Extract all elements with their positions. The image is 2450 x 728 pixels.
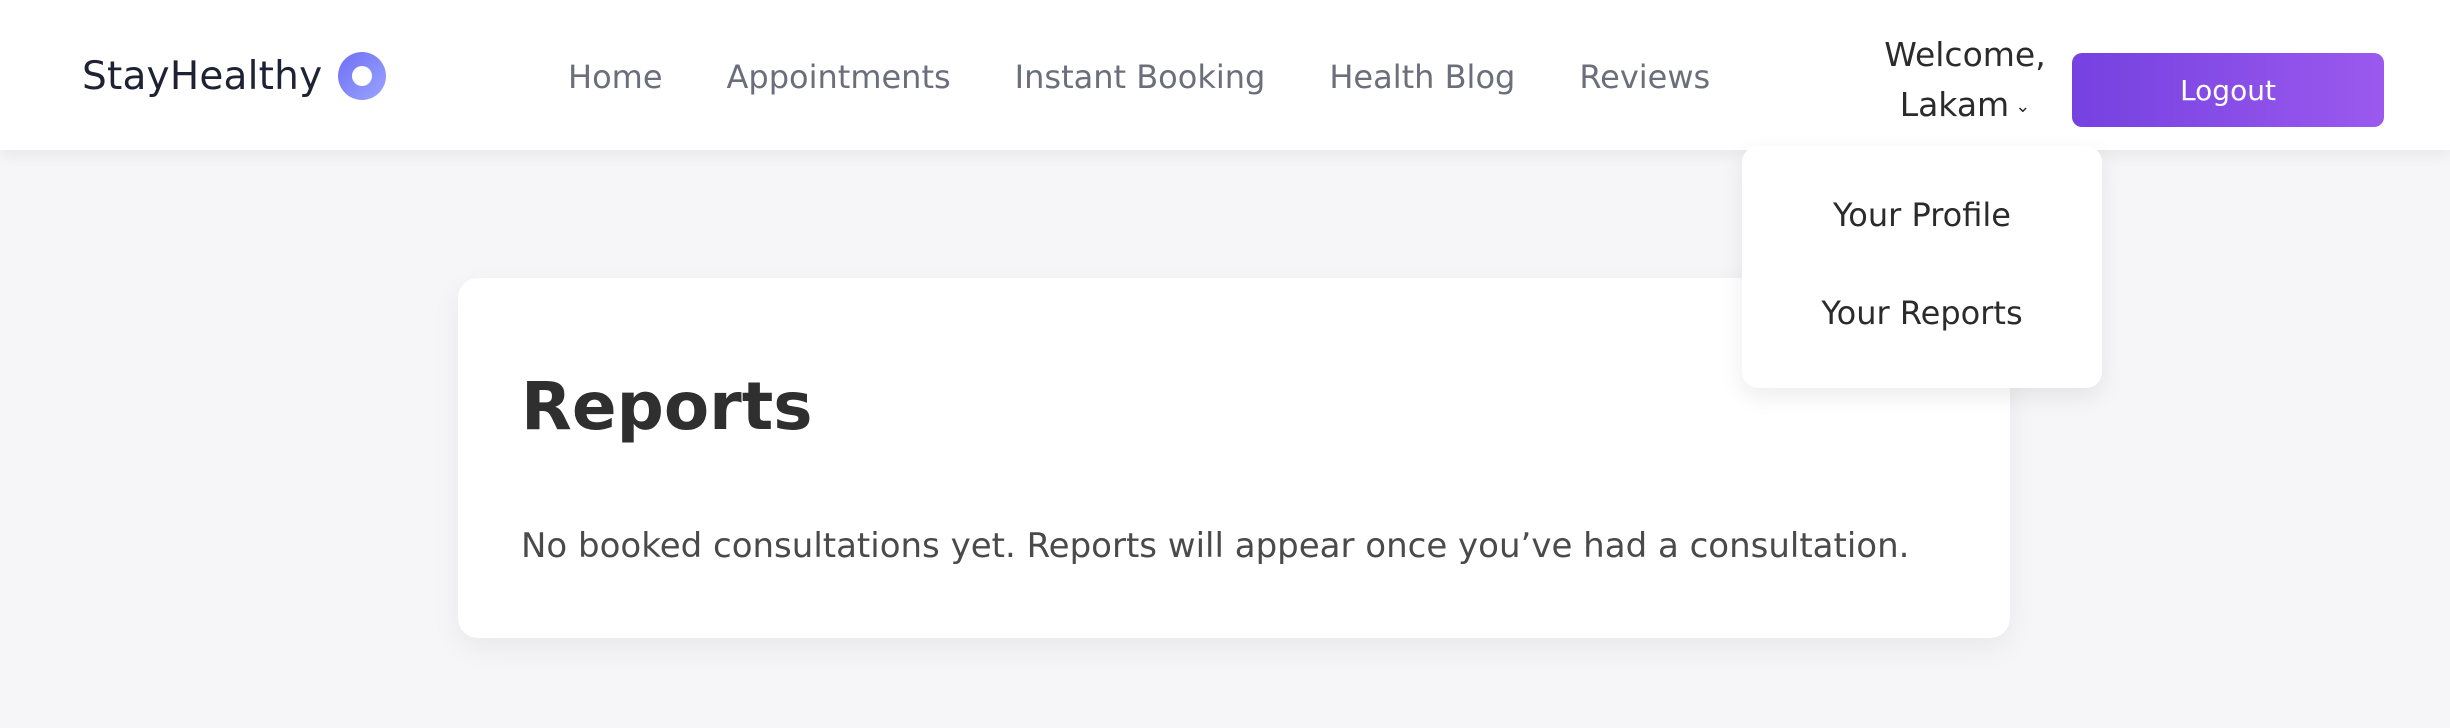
nav-link-instant-booking[interactable]: Instant Booking (1015, 58, 1266, 96)
nav-link-appointments[interactable]: Appointments (727, 58, 951, 96)
welcome-user-line: Lakam ⌄ (1880, 80, 2050, 132)
menu-item-your-reports[interactable]: Your Reports (1742, 294, 2102, 332)
logout-button[interactable]: Logout (2072, 53, 2384, 127)
chevron-down-icon[interactable]: ⌄ (2015, 82, 2030, 132)
empty-state-message: No booked consultations yet. Reports wil… (521, 526, 1910, 566)
nav-link-home[interactable]: Home (568, 58, 663, 96)
menu-item-your-profile[interactable]: Your Profile (1742, 196, 2102, 234)
main-navigation: Home Appointments Instant Booking Health… (568, 58, 1710, 96)
brand[interactable]: StayHealthy (82, 52, 387, 100)
welcome-text: Welcome, (1884, 35, 2046, 74)
brand-name[interactable]: StayHealthy (82, 54, 322, 99)
logo-inner-dot (352, 66, 373, 86)
user-menu-toggle[interactable]: Welcome, Lakam ⌄ (1880, 30, 2050, 132)
username: Lakam (1899, 85, 2010, 124)
navbar: StayHealthy Home Appointments Instant Bo… (0, 0, 2450, 150)
circle-logo-icon (338, 52, 387, 100)
nav-link-reviews[interactable]: Reviews (1579, 58, 1710, 96)
nav-link-health-blog[interactable]: Health Blog (1329, 58, 1515, 96)
user-dropdown-menu: Your Profile Your Reports (1742, 146, 2102, 388)
page-title: Reports (521, 368, 813, 445)
